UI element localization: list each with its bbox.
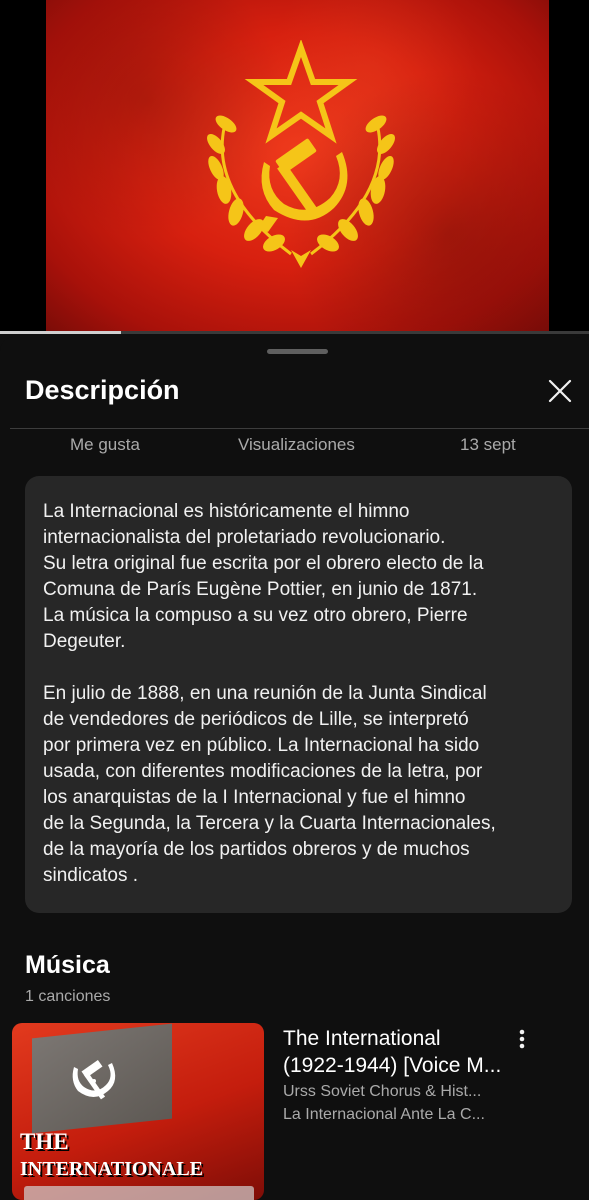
hammer-and-sickle-icon — [207, 40, 395, 268]
description-line: de la Segunda, la Tercera y la Cuarta In… — [43, 813, 496, 834]
video-player[interactable] — [0, 0, 589, 334]
publish-date: 13 sept — [460, 435, 516, 454]
description-line: La música la compuso a su vez otro obrer… — [43, 605, 468, 626]
description-paragraph: En julio de 1888, en una reunión de la J… — [43, 681, 554, 889]
more-vert-icon — [519, 1029, 525, 1049]
divider — [10, 428, 589, 429]
track-title[interactable]: The International (1922-1944) [Voice M..… — [283, 1025, 523, 1079]
music-count: 1 canciones — [25, 988, 111, 1005]
description-text-box: La Internacional es históricamente el hi… — [25, 476, 572, 913]
close-icon — [548, 379, 572, 403]
more-options-button[interactable] — [510, 1025, 534, 1053]
hammer-and-sickle-icon — [72, 1059, 116, 1100]
description-line: de la mayoría de los partidos obreros y … — [43, 839, 470, 860]
track-title-line: The International — [283, 1027, 441, 1050]
description-paragraph: La Internacional es históricamente el hi… — [43, 499, 554, 655]
description-line: Comuna de París Eugène Pottier, en junio… — [43, 579, 478, 600]
track-album: La Internacional Ante La C... — [283, 1106, 485, 1123]
panel-title: Descripción — [25, 375, 180, 405]
description-line: usada, con diferentes modificaciones de … — [43, 761, 483, 782]
music-heading: Música — [25, 951, 110, 979]
music-track-item[interactable]: THE INTERNATIONALE The International (19… — [12, 1023, 589, 1200]
track-title-line: (1922-1944) [Voice M... — [283, 1054, 502, 1077]
video-progress-fill — [0, 331, 121, 334]
description-line: En julio de 1888, en una reunión de la J… — [43, 683, 487, 704]
track-thumbnail[interactable]: THE INTERNATIONALE — [12, 1023, 264, 1200]
description-panel: Descripción Me gusta Visualizaciones 13 … — [0, 337, 589, 1200]
description-line: los anarquistas de la I Internacional y … — [43, 787, 466, 808]
description-line: internacionalista del proletariado revol… — [43, 527, 446, 548]
description-line: La Internacional es históricamente el hi… — [43, 501, 410, 522]
description-line: Su letra original fue escrita por el obr… — [43, 553, 484, 574]
thumbnail-text: INTERNATIONALE — [20, 1158, 203, 1180]
thumbnail-text: THE — [20, 1129, 69, 1154]
thumbnail-decoration — [24, 1186, 254, 1200]
description-line: por primera vez en público. La Internaci… — [43, 735, 480, 756]
video-frame — [46, 0, 549, 333]
description-line: sindicatos . — [43, 865, 139, 886]
description-line: de vendedores de periódicos de Lille, se… — [43, 709, 469, 730]
drag-handle[interactable] — [267, 349, 328, 354]
description-line: Degeuter. — [43, 631, 126, 652]
track-artist: Urss Soviet Chorus & Hist... — [283, 1083, 482, 1100]
likes-label: Me gusta — [70, 435, 140, 454]
views-label: Visualizaciones — [238, 435, 355, 454]
video-progress-bar[interactable] — [0, 331, 589, 334]
close-button[interactable] — [542, 373, 578, 409]
